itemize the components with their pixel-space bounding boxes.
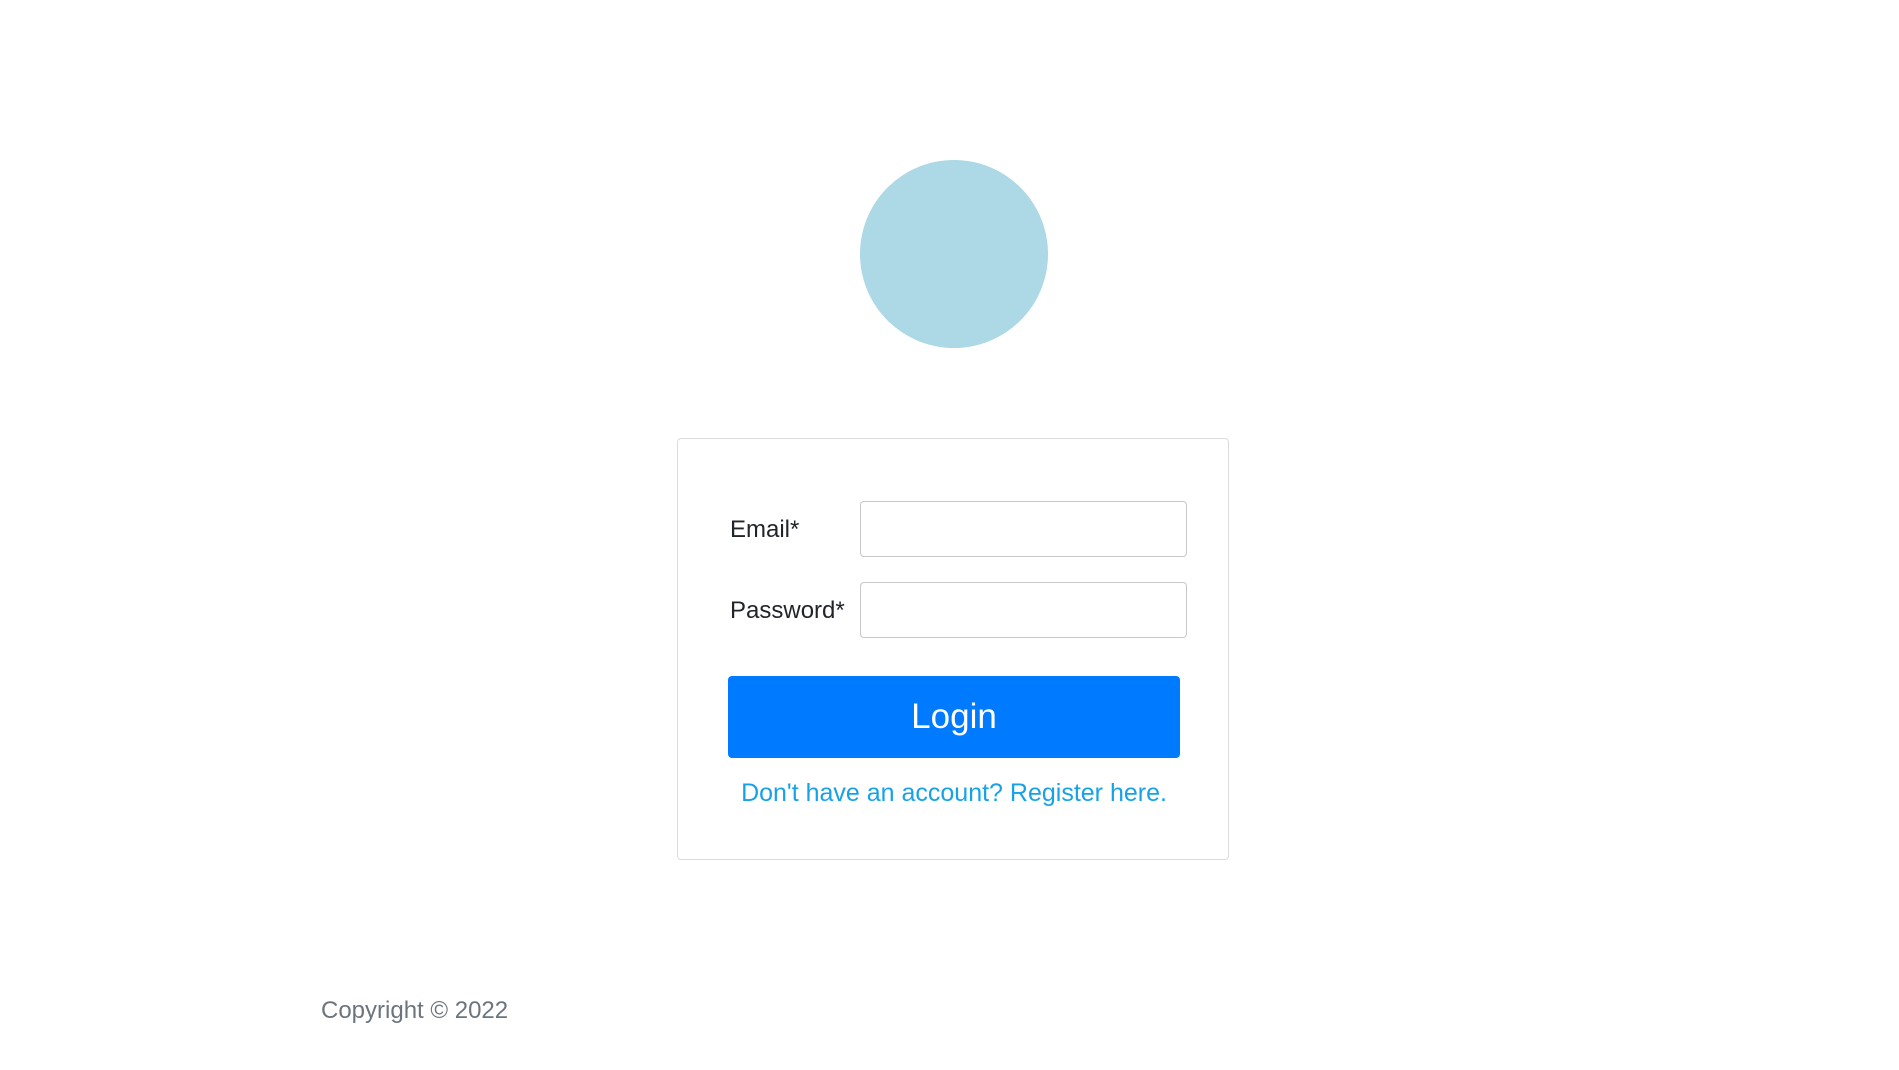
login-button[interactable]: Login xyxy=(728,676,1180,758)
footer-copyright: Copyright © 2022 xyxy=(321,997,509,1024)
password-input[interactable] xyxy=(860,582,1187,638)
password-row: Password* xyxy=(730,582,1190,640)
password-label: Password* xyxy=(730,597,845,624)
logo-circle-icon xyxy=(860,160,1048,348)
email-input[interactable] xyxy=(860,501,1187,557)
login-card: Email* Password* Login Don't have an acc… xyxy=(677,438,1229,860)
login-page: Email* Password* Login Don't have an acc… xyxy=(0,0,1899,1070)
email-label: Email* xyxy=(730,516,800,543)
email-row: Email* xyxy=(730,501,1190,559)
register-link[interactable]: Don't have an account? Register here. xyxy=(678,779,1230,808)
